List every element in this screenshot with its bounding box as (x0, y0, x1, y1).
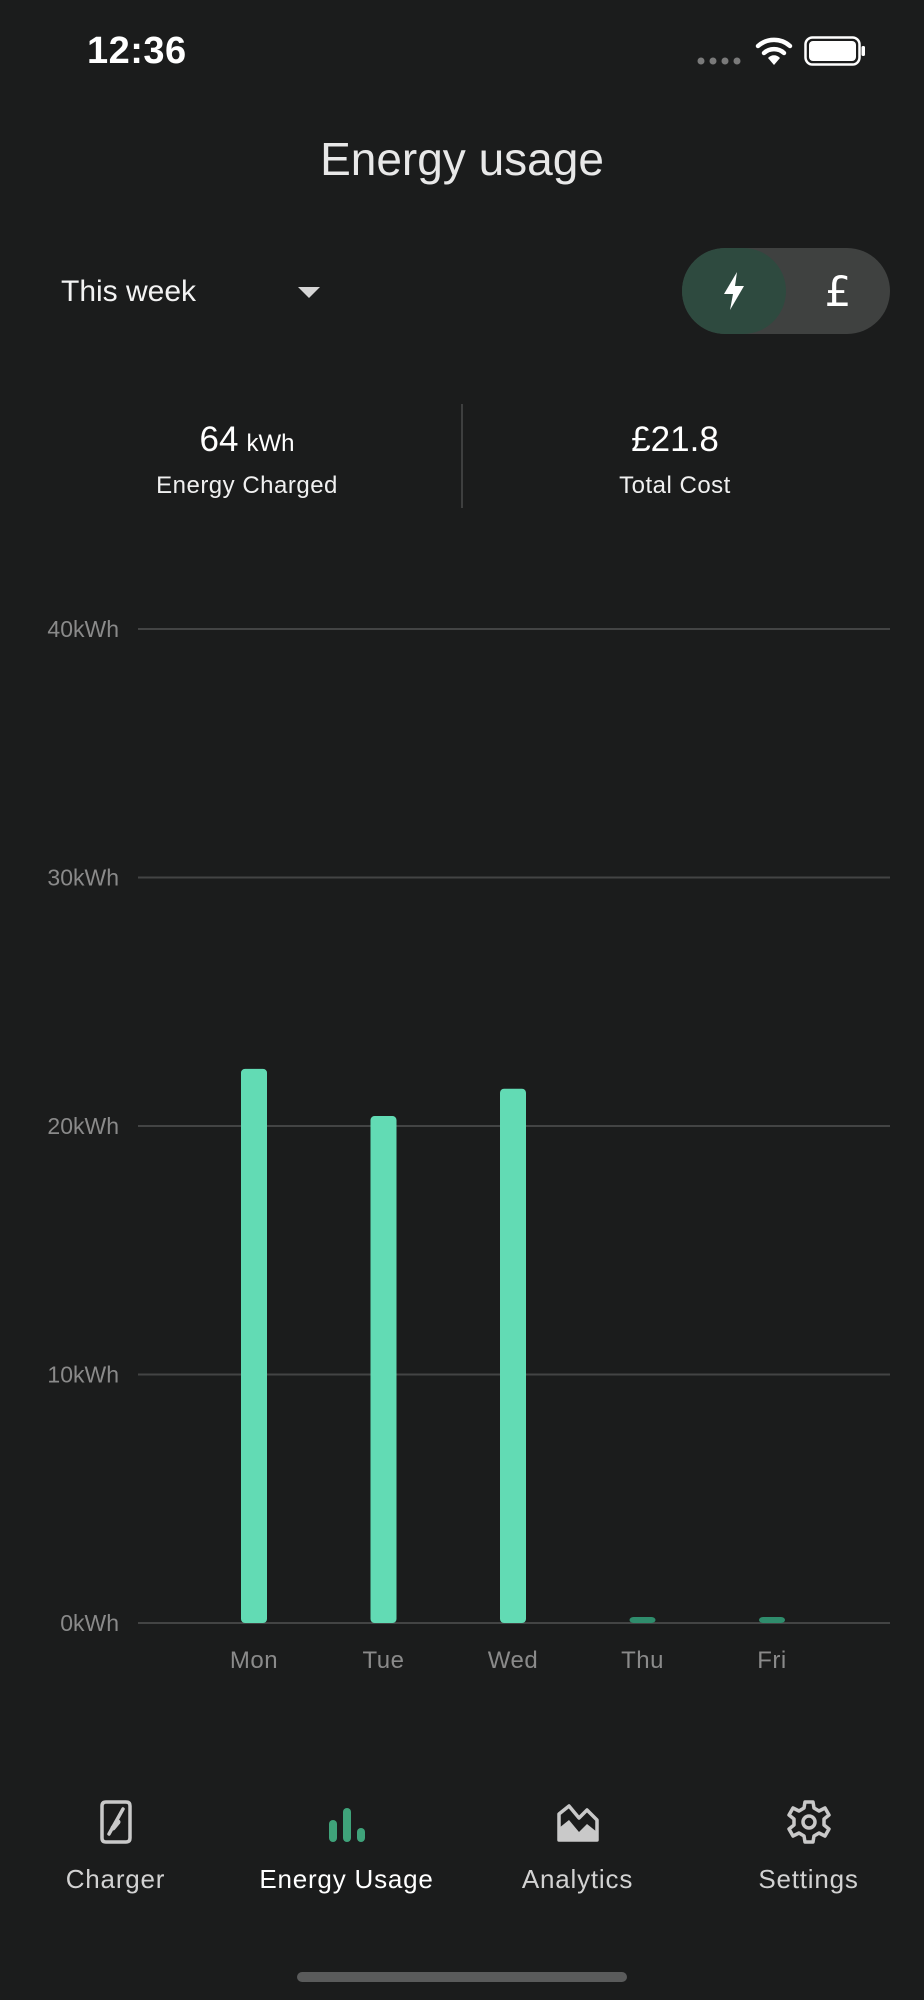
x-tick-label: Fri (757, 1647, 786, 1674)
cellular-signal-icon (697, 57, 741, 65)
energy-value: 64 (199, 420, 239, 459)
x-tick-label: Wed (488, 1647, 538, 1674)
bar (370, 1116, 397, 1623)
y-tick-label: 10kWh (47, 1362, 119, 1388)
analytics-icon (556, 1804, 599, 1842)
nav-settings[interactable]: Settings (693, 1780, 924, 1920)
home-indicator (297, 1972, 627, 1982)
total-cost-stat: £21.8 Total Cost (525, 418, 825, 500)
nav-energy-usage[interactable]: Energy Usage (231, 1780, 462, 1920)
status-bar: 12:36 (0, 0, 924, 100)
cost-label: Total Cost (619, 472, 731, 499)
wifi-icon (755, 37, 793, 65)
unit-toggle[interactable]: £ (682, 248, 890, 334)
period-label: This week (61, 275, 197, 308)
y-tick-label: 0kWh (60, 1610, 119, 1636)
charger-icon (99, 1800, 132, 1844)
nav-settings-label: Settings (758, 1864, 859, 1894)
nav-charger-label: Charger (65, 1864, 166, 1894)
toggle-cost-option[interactable]: £ (786, 248, 890, 334)
x-tick-label: Mon (230, 1647, 278, 1674)
nav-energy-usage-label: Energy Usage (259, 1864, 434, 1894)
energy-bar-chart: 0kWh 10kWh 20kWh 30kWh 40kWh Mon Tue Wed Thu Fri (0, 600, 924, 1700)
energy-charged-stat: 64 kWh Energy Charged (97, 418, 397, 500)
bar-chart-icon (328, 1808, 365, 1842)
y-tick-label: 20kWh (47, 1113, 119, 1139)
x-tick-label: Tue (363, 1647, 405, 1674)
page-title: Energy usage (320, 133, 604, 185)
bar (629, 1617, 656, 1623)
energy-unit: kWh (246, 430, 295, 457)
lightning-bolt-icon (724, 272, 744, 310)
energy-label: Energy Charged (156, 472, 338, 499)
nav-analytics-label: Analytics (521, 1864, 634, 1894)
gear-icon (786, 1800, 831, 1844)
pound-icon: £ (824, 266, 852, 316)
bar (759, 1617, 785, 1623)
toggle-energy-option[interactable] (682, 248, 786, 334)
nav-analytics[interactable]: Analytics (462, 1780, 693, 1920)
y-tick-label: 40kWh (47, 616, 119, 642)
period-dropdown[interactable]: This week (40, 262, 340, 322)
bottom-nav: Charger Energy Usage Analytics Settings (0, 1780, 924, 1920)
battery-icon (804, 36, 865, 66)
status-time: 12:36 (87, 30, 187, 72)
nav-charger[interactable]: Charger (0, 1780, 231, 1920)
y-tick-label: 30kWh (47, 865, 119, 891)
cost-value: £21.8 (631, 420, 719, 459)
x-tick-label: Thu (621, 1647, 664, 1674)
chart-svg: 0kWh 10kWh 20kWh 30kWh 40kWh Mon Tue Wed Thu Fri (47, 616, 890, 1674)
bar (241, 1068, 267, 1623)
dropdown-arrow-icon (298, 287, 320, 298)
stat-divider (461, 404, 463, 508)
bar (500, 1088, 526, 1623)
